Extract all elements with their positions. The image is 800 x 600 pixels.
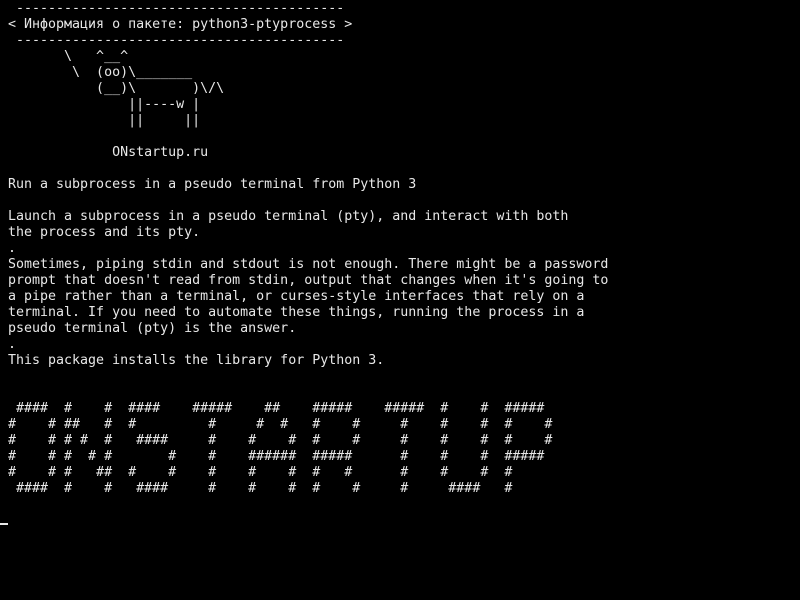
description-line: the process and its pty. [8, 225, 201, 240]
description-line: prompt that doesn't read from stdin, out… [8, 273, 609, 288]
description-separator: . [8, 241, 17, 256]
ascii-banner-row-6: #### # # #### # # # # # # #### # [8, 481, 513, 496]
description-line: terminal. If you need to automate these … [8, 305, 585, 320]
cow-art-line-1: \ ^__^ [8, 49, 129, 64]
description-line: pseudo terminal (pty) is the answer. [8, 321, 297, 336]
description-line: This package installs the library for Py… [8, 353, 385, 368]
terminal-screen[interactable]: ----------------------------------------… [8, 1, 792, 599]
description-line: Sometimes, piping stdin and stdout is no… [8, 257, 609, 272]
package-summary: Run a subprocess in a pseudo terminal fr… [8, 177, 417, 192]
ascii-banner-row-1: #### # # #### ##### ## ##### ##### # # #… [8, 401, 545, 416]
description-separator: . [8, 337, 17, 352]
description-line: Launch a subprocess in a pseudo terminal… [8, 209, 569, 224]
text-cursor [0, 523, 8, 525]
description-line: a pipe rather than a terminal, or curses… [8, 289, 585, 304]
banner-package-title: < Информация о пакете: python3-ptyproces… [8, 17, 353, 32]
banner-top-border: ----------------------------------------… [8, 1, 345, 16]
cow-art-line-3: (__)\ )\/\ [8, 81, 225, 96]
ascii-banner-row-5: # # # ## # # # # # # # # # # # [8, 465, 513, 480]
ascii-banner-row-3: # # # # # #### # # # # # # # # # # [8, 433, 553, 448]
ascii-banner-row-4: # # # # # # # ###### ##### # # # ##### [8, 449, 545, 464]
cow-art-line-2: \ (oo)\_______ [8, 65, 193, 80]
site-name: ONstartup.ru [8, 145, 209, 160]
banner-bottom-border: ----------------------------------------… [8, 33, 345, 48]
ascii-banner-row-2: # # ## # # # # # # # # # # # # [8, 417, 553, 432]
cow-art-line-4: ||----w | [8, 97, 201, 112]
cow-art-line-5: || || [8, 113, 201, 128]
